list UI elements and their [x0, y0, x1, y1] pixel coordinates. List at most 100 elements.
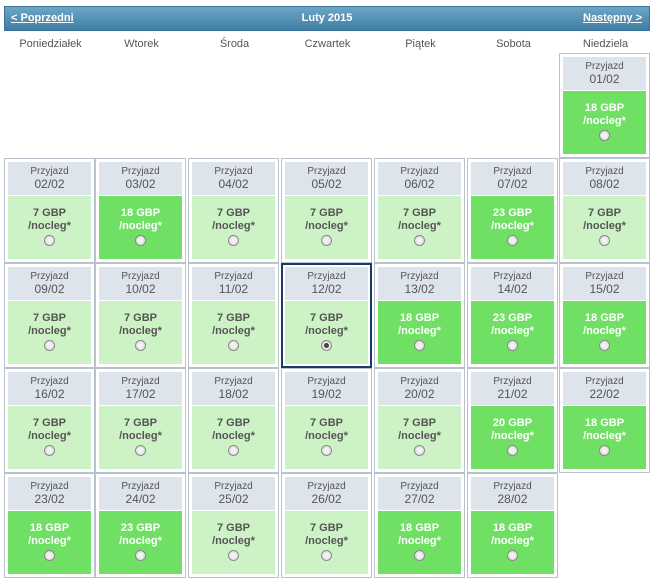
price-box: 7 GBP/nocleg*: [8, 196, 91, 259]
arrival-box: Przyjazd 03/02: [99, 162, 182, 195]
price-amount: 7 GBP: [32, 312, 66, 324]
price-amount: 20 GBP: [492, 417, 533, 429]
arrival-box: Przyjazd 28/02: [471, 477, 554, 510]
arrival-box: Przyjazd 02/02: [8, 162, 91, 195]
day-cell[interactable]: Przyjazd 24/02 23 GBP/nocleg*: [95, 473, 186, 578]
day-cell[interactable]: Przyjazd 04/02 7 GBP/nocleg*: [188, 158, 279, 263]
select-date-radio[interactable]: [228, 445, 239, 456]
day-cell[interactable]: Przyjazd 28/02 18 GBP/nocleg*: [467, 473, 558, 578]
price-amount: 18 GBP: [584, 312, 625, 324]
day-cell[interactable]: Przyjazd 08/02 7 GBP/nocleg*: [559, 158, 650, 263]
arrival-box: Przyjazd 07/02: [471, 162, 554, 195]
price-amount: 7 GBP: [123, 312, 157, 324]
day-cell[interactable]: Przyjazd 15/02 18 GBP/nocleg*: [559, 263, 650, 368]
price-box: 7 GBP/nocleg*: [8, 406, 91, 469]
select-date-radio[interactable]: [228, 340, 239, 351]
per-night-label: /nocleg*: [491, 325, 534, 337]
weekday-label: Czwartek: [304, 38, 351, 50]
arrival-date: 13/02: [404, 282, 435, 296]
select-date-radio[interactable]: [507, 550, 518, 561]
select-date-radio[interactable]: [321, 550, 332, 561]
select-date-radio[interactable]: [321, 340, 332, 351]
price-amount: 7 GBP: [32, 207, 66, 219]
arrival-date: 09/02: [34, 282, 65, 296]
arrival-box: Przyjazd 10/02: [99, 267, 182, 300]
select-date-radio[interactable]: [228, 550, 239, 561]
arrival-date: 03/02: [125, 177, 156, 191]
price-box: 7 GBP/nocleg*: [192, 196, 275, 259]
select-date-radio[interactable]: [44, 445, 55, 456]
select-date-radio[interactable]: [599, 235, 610, 246]
day-cell[interactable]: Przyjazd 10/02 7 GBP/nocleg*: [95, 263, 186, 368]
price-box: 7 GBP/nocleg*: [285, 301, 368, 364]
day-cell[interactable]: Przyjazd 13/02 18 GBP/nocleg*: [374, 263, 465, 368]
day-cell[interactable]: Przyjazd 05/02 7 GBP/nocleg*: [281, 158, 372, 263]
select-date-radio[interactable]: [507, 445, 518, 456]
day-cell[interactable]: Przyjazd 14/02 23 GBP/nocleg*: [467, 263, 558, 368]
day-cell[interactable]: Przyjazd 07/02 23 GBP/nocleg*: [467, 158, 558, 263]
select-date-radio[interactable]: [599, 340, 610, 351]
arrival-date: 08/02: [589, 177, 620, 191]
day-cell[interactable]: Przyjazd 25/02 7 GBP/nocleg*: [188, 473, 279, 578]
day-cell[interactable]: Przyjazd 01/02 18 GBP/nocleg*: [559, 53, 650, 158]
price-amount: 7 GBP: [309, 312, 343, 324]
arrival-box: Przyjazd 19/02: [285, 372, 368, 405]
day-cell[interactable]: Przyjazd 18/02 7 GBP/nocleg*: [188, 368, 279, 473]
day-cell[interactable]: Przyjazd 16/02 7 GBP/nocleg*: [4, 368, 95, 473]
day-cell[interactable]: Przyjazd 21/02 20 GBP/nocleg*: [467, 368, 558, 473]
day-cell[interactable]: Przyjazd 26/02 7 GBP/nocleg*: [281, 473, 372, 578]
select-date-radio[interactable]: [414, 445, 425, 456]
day-cell[interactable]: Przyjazd 02/02 7 GBP/nocleg*: [4, 158, 95, 263]
select-date-radio[interactable]: [414, 340, 425, 351]
select-date-radio[interactable]: [135, 550, 146, 561]
select-date-radio[interactable]: [44, 235, 55, 246]
day-cell[interactable]: Przyjazd 23/02 18 GBP/nocleg*: [4, 473, 95, 578]
price-box: 7 GBP/nocleg*: [563, 196, 646, 259]
arrival-box: Przyjazd 18/02: [192, 372, 275, 405]
arrival-date: 11/02: [218, 282, 249, 296]
arrival-date: 24/02: [125, 492, 156, 506]
select-date-radio[interactable]: [414, 235, 425, 246]
arrival-date: 15/02: [589, 282, 620, 296]
arrival-box: Przyjazd 06/02: [378, 162, 461, 195]
arrival-date: 04/02: [218, 177, 249, 191]
arrival-date: 25/02: [218, 492, 249, 506]
day-cell[interactable]: Przyjazd 03/02 18 GBP/nocleg*: [95, 158, 186, 263]
day-cell[interactable]: Przyjazd 20/02 7 GBP/nocleg*: [374, 368, 465, 473]
select-date-radio[interactable]: [135, 340, 146, 351]
select-date-radio[interactable]: [228, 235, 239, 246]
select-date-radio[interactable]: [321, 235, 332, 246]
day-cell[interactable]: Przyjazd 06/02 7 GBP/nocleg*: [374, 158, 465, 263]
select-date-radio[interactable]: [321, 445, 332, 456]
day-cell[interactable]: Przyjazd 19/02 7 GBP/nocleg*: [281, 368, 372, 473]
select-date-radio[interactable]: [414, 550, 425, 561]
price-box: 7 GBP/nocleg*: [99, 301, 182, 364]
price-amount: 18 GBP: [584, 417, 625, 429]
price-box: 20 GBP/nocleg*: [471, 406, 554, 469]
day-cell[interactable]: Przyjazd 12/02 7 GBP/nocleg*: [281, 263, 372, 368]
select-date-radio[interactable]: [44, 340, 55, 351]
day-cell[interactable]: Przyjazd 11/02 7 GBP/nocleg*: [188, 263, 279, 368]
arrival-box: Przyjazd 25/02: [192, 477, 275, 510]
day-cell[interactable]: Przyjazd 27/02 18 GBP/nocleg*: [374, 473, 465, 578]
select-date-radio[interactable]: [135, 235, 146, 246]
per-night-label: /nocleg*: [28, 325, 71, 337]
arrival-box: Przyjazd 26/02: [285, 477, 368, 510]
price-amount: 7 GBP: [216, 417, 250, 429]
month-title: Luty 2015: [301, 12, 353, 24]
price-amount: 18 GBP: [29, 522, 70, 534]
price-amount: 18 GBP: [492, 522, 533, 534]
per-night-label: /nocleg*: [398, 535, 441, 547]
select-date-radio[interactable]: [507, 340, 518, 351]
arrival-date: 18/02: [218, 387, 249, 401]
select-date-radio[interactable]: [507, 235, 518, 246]
select-date-radio[interactable]: [44, 550, 55, 561]
price-box: 23 GBP/nocleg*: [471, 196, 554, 259]
day-cell[interactable]: Przyjazd 22/02 18 GBP/nocleg*: [559, 368, 650, 473]
select-date-radio[interactable]: [599, 130, 610, 141]
select-date-radio[interactable]: [599, 445, 610, 456]
next-month-link[interactable]: Następny >: [583, 12, 642, 24]
day-cell[interactable]: Przyjazd 17/02 7 GBP/nocleg*: [95, 368, 186, 473]
select-date-radio[interactable]: [135, 445, 146, 456]
day-cell[interactable]: Przyjazd 09/02 7 GBP/nocleg*: [4, 263, 95, 368]
